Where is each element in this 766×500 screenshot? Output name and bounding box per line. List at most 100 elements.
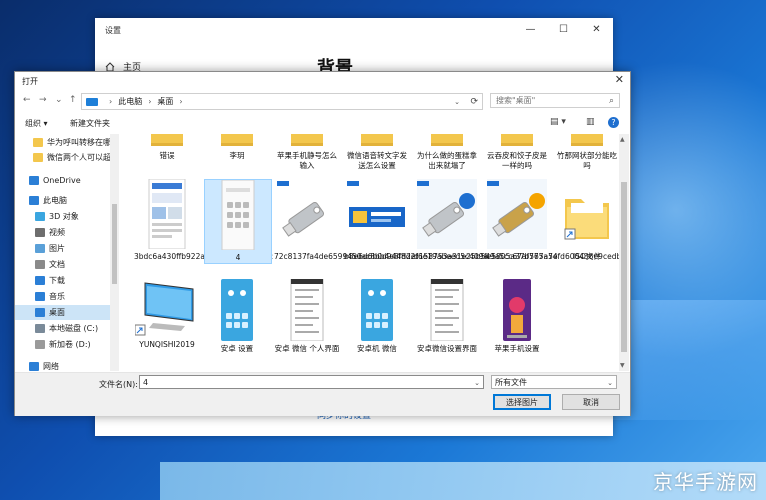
address-row: ← → ⌄ ↑ › 此电脑 › 桌面 › ⌄ ⟳ 搜索"桌面" ⌕ (15, 92, 630, 112)
chevron-down-icon: ⌄ (607, 379, 613, 387)
forward-arrow-icon[interactable]: → (39, 95, 47, 105)
sidebar-item[interactable]: 此电脑 (15, 193, 110, 208)
refresh-icon[interactable]: ⟳ (470, 97, 478, 107)
filename-input[interactable]: 4 ⌄ (139, 375, 484, 389)
sidebar-item-label: 本地磁盘 (C:) (49, 324, 99, 333)
dialog-close-button[interactable]: ✕ (615, 73, 624, 86)
scroll-thumb[interactable] (112, 204, 117, 284)
view-options-icon[interactable]: ▤ ▾ (550, 117, 566, 127)
file-item[interactable]: fe5805a37b567a5efd600436e9cedb0 (484, 179, 619, 262)
watermark: 京华手游网 (653, 470, 758, 494)
sidebar-item[interactable]: 华为呼叫转移在哪 (15, 135, 110, 150)
file-name: 安卓微信设置界面 (417, 344, 477, 353)
scroll-up-icon[interactable]: ▲ (620, 136, 625, 143)
sidebar-item[interactable]: 视频 (15, 225, 110, 240)
folder-item[interactable]: 苹果手机静号怎么输入 (274, 134, 340, 171)
maximize-button[interactable]: ☐ (547, 18, 580, 40)
preview-pane-icon[interactable]: ▥ (586, 117, 595, 127)
pictures-icon (35, 244, 45, 253)
sidebar-item[interactable]: 图片 (15, 241, 110, 256)
file-item[interactable]: 安卓机 微信 (344, 279, 410, 354)
file-item[interactable]: 安卓 微信 个人界面 (274, 278, 340, 354)
file-item[interactable]: 苹果手机设置 (484, 279, 550, 354)
chevron-down-icon[interactable]: ⌄ (474, 376, 480, 390)
open-button[interactable]: 选择图片 (493, 394, 551, 410)
file-name: 苹果手机静号怎么输入 (277, 151, 337, 170)
sidebar-item[interactable]: 3D 对象 (15, 209, 110, 224)
sidebar-item[interactable]: 音乐 (15, 289, 110, 304)
download-icon (35, 276, 45, 285)
banner-thumbnail (347, 179, 407, 249)
recent-locations-icon[interactable]: ⌄ (55, 95, 63, 105)
sidebar-item-label: 华为呼叫转移在哪 (47, 138, 110, 147)
usb-drive-thumbnail (487, 179, 547, 249)
settings-screenshot-thumbnail (427, 278, 467, 342)
search-placeholder: 搜索"桌面" (496, 96, 536, 105)
folder-item[interactable]: 云吞皮和饺子皮是一样的吗 (484, 134, 550, 171)
content-scrollbar[interactable]: ▲ ▼ (619, 134, 629, 371)
search-input[interactable]: 搜索"桌面" ⌕ (490, 93, 620, 108)
up-arrow-icon[interactable]: ↑ (69, 95, 77, 105)
file-type-select[interactable]: 所有文件 ⌄ (491, 375, 617, 389)
file-name: 为什么做的蛋糕拿出来就塌了 (417, 151, 477, 170)
sidebar-item[interactable]: 桌面 (15, 305, 110, 320)
breadcrumb-this-pc[interactable]: 此电脑 (118, 96, 142, 107)
sidebar-item-label: 图片 (49, 244, 65, 253)
file-item[interactable]: d158753a31e25b549a5cc67af775a74 (414, 179, 558, 262)
sidebar-item-label: 此电脑 (43, 196, 67, 205)
filename-label: 文件名(N): (99, 380, 138, 389)
organize-menu[interactable]: 组织 ▾ (25, 118, 48, 129)
folder-item[interactable]: 竹那网状部分能吃吗 (554, 134, 619, 171)
breadcrumb-desktop[interactable]: 桌面 (157, 96, 173, 107)
network-icon (29, 362, 39, 371)
sidebar-item[interactable]: 文档 (15, 257, 110, 272)
file-item[interactable]: 4 (204, 179, 272, 264)
search-icon: ⌕ (608, 95, 614, 106)
folder-icon (357, 134, 397, 148)
sidebar-item[interactable]: 本地磁盘 (C:) (15, 321, 110, 336)
new-folder-button[interactable]: 新建文件夹 (70, 118, 110, 129)
sidebar-item[interactable]: 新加卷 (D:) (15, 337, 110, 352)
usb-drive-thumbnail (417, 179, 477, 249)
file-name: 安卓 微信 个人界面 (274, 344, 340, 353)
file-name: 4 (235, 253, 241, 262)
chevron-down-icon[interactable]: ⌄ (454, 98, 460, 106)
minimize-button[interactable]: — (514, 18, 547, 40)
cancel-button[interactable]: 取消 (562, 394, 620, 410)
nav-scrollbar[interactable] (110, 134, 119, 371)
file-name: 安卓 设置 (220, 344, 254, 353)
help-icon[interactable]: ? (608, 117, 619, 128)
sidebar-item[interactable]: 微信两个人可以超 (15, 150, 110, 165)
folder-item[interactable]: 为什么做的蛋糕拿出来就塌了 (414, 134, 480, 171)
file-item[interactable]: 3bdc6a430ffb922acf17b2e0d99b46c (134, 178, 273, 262)
file-item[interactable]: YUNQISHI2019 (134, 279, 200, 350)
file-name: 竹那网状部分能吃吗 (557, 151, 617, 170)
sidebar-item[interactable]: 下载 (15, 273, 110, 288)
file-list: 错误 李玥 苹果手机静号怎么输入 微信语音转文字发送怎么设置 为什么做的蛋糕拿出来就塌了… (121, 134, 619, 371)
pc-icon (29, 196, 39, 205)
file-name: b8e6d6b0d9448d2f6e19abeed5c409a (344, 252, 489, 261)
file-item[interactable]: 72c8137fa4de6599450ac8bb4e8fd2e (274, 179, 416, 262)
sidebar-item[interactable]: OneDrive (15, 173, 110, 188)
scroll-down-icon[interactable]: ▼ (620, 362, 625, 369)
navigation-pane: 华为呼叫转移在哪微信两个人可以超 OneDrive 此电脑 3D 对象 视频图片文档 下载… (15, 134, 110, 371)
back-arrow-icon[interactable]: ← (23, 95, 31, 105)
folder-item[interactable]: 错误 (134, 134, 200, 161)
folder-item[interactable]: 微信语音转文字发送怎么设置 (344, 134, 410, 171)
scroll-thumb[interactable] (621, 182, 627, 352)
file-name: ISO文件 (573, 252, 601, 261)
sidebar-item[interactable]: 网络 (15, 359, 110, 371)
file-item[interactable]: b8e6d6b0d9448d2f6e19abeed5c409a (344, 179, 489, 262)
address-bar[interactable]: › 此电脑 › 桌面 › ⌄ ⟳ (81, 93, 483, 110)
file-item[interactable]: 安卓 设置 (204, 279, 270, 354)
sidebar-item-label: 桌面 (49, 308, 65, 317)
file-item[interactable]: ISO文件 (554, 179, 619, 262)
close-button[interactable]: ✕ (580, 18, 613, 40)
folder-icon (33, 138, 43, 147)
folder-item[interactable]: 李玥 (204, 134, 270, 161)
dialog-footer: 文件名(N): 4 ⌄ 所有文件 ⌄ 选择图片 取消 (15, 372, 630, 416)
phone-screenshot-thumbnail (497, 279, 537, 341)
screenshot-thumbnail (216, 179, 260, 251)
breadcrumb-separator: › (109, 97, 113, 106)
file-item[interactable]: 安卓微信设置界面 (414, 278, 480, 354)
